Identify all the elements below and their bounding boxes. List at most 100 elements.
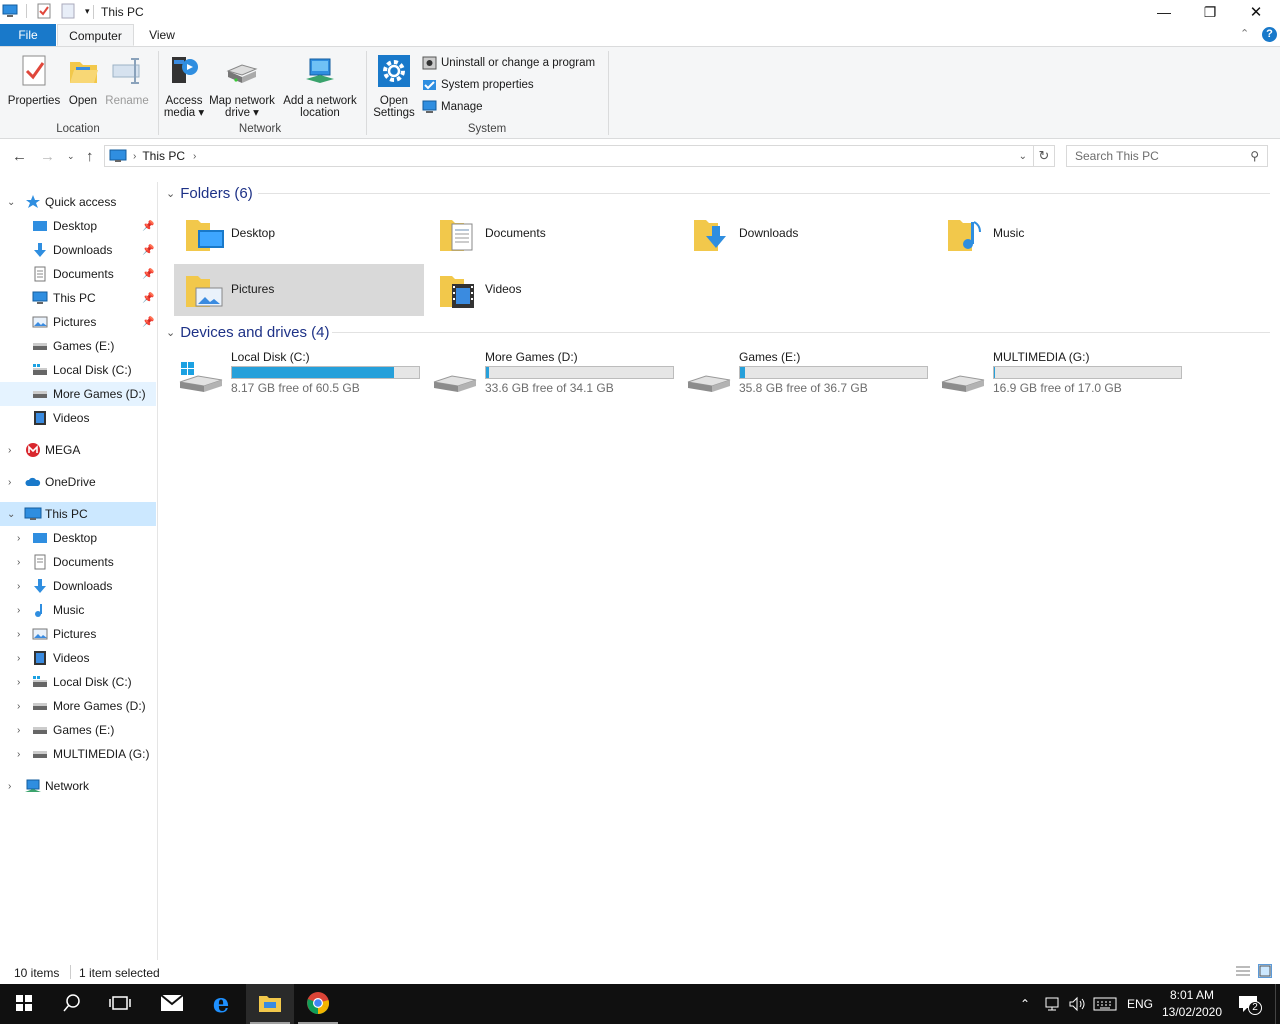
nav-pc-music[interactable]: › Music <box>0 598 156 622</box>
recent-locations-button[interactable]: ⌄ <box>67 151 75 162</box>
nav-quick-access[interactable]: ⌄ Quick access <box>0 190 156 214</box>
manage-button[interactable]: Manage <box>422 99 483 115</box>
drive-local-disk-c[interactable]: Local Disk (C:) 8.17 GB free of 60.5 GB <box>174 350 424 402</box>
folder-downloads[interactable]: Downloads <box>682 208 932 260</box>
search-input[interactable]: Search This PC ⚲ <box>1066 145 1268 167</box>
nav-mega[interactable]: › MEGA <box>0 438 156 462</box>
customize-qat-icon[interactable]: ▾ <box>85 6 90 17</box>
taskbar-mail[interactable] <box>148 984 196 1024</box>
address-dropdown-icon[interactable]: ⌄ <box>1019 151 1027 162</box>
this-pc-icon[interactable] <box>2 4 18 18</box>
chevron-right-icon[interactable]: › <box>17 581 20 592</box>
nav-quick-videos[interactable]: Videos <box>0 406 156 430</box>
close-button[interactable]: ✕ <box>1233 0 1279 24</box>
show-hidden-icons-button[interactable]: ⌃ <box>1020 984 1030 1024</box>
forward-button[interactable]: → <box>40 148 55 165</box>
nav-quick-more-games-d[interactable]: More Games (D:) <box>0 382 156 406</box>
start-button[interactable] <box>0 984 48 1024</box>
drive-more-games-d[interactable]: More Games (D:) 33.6 GB free of 34.1 GB <box>428 350 678 402</box>
chevron-right-icon[interactable]: › <box>8 477 11 488</box>
language-indicator[interactable]: ENG <box>1127 984 1153 1024</box>
nav-pc-multimedia-g[interactable]: › MULTIMEDIA (G:) <box>0 742 156 766</box>
nav-quick-downloads[interactable]: Downloads 📌 <box>0 238 156 262</box>
open-button[interactable]: Open <box>64 53 102 107</box>
chevron-right-icon[interactable]: › <box>17 653 20 664</box>
volume-tray-icon[interactable] <box>1068 984 1086 1024</box>
nav-pc-downloads[interactable]: › Downloads <box>0 574 156 598</box>
action-center-button[interactable]: 2 <box>1238 984 1262 1024</box>
nav-this-pc[interactable]: ⌄ This PC <box>0 502 156 526</box>
folder-pictures[interactable]: Pictures <box>174 264 424 316</box>
taskbar-edge[interactable]: e <box>197 984 245 1024</box>
taskbar-search-button[interactable] <box>48 984 96 1024</box>
breadcrumb-separator-icon[interactable]: › <box>133 151 136 162</box>
nav-pc-pictures[interactable]: › Pictures <box>0 622 156 646</box>
nav-pc-games-e[interactable]: › Games (E:) <box>0 718 156 742</box>
nav-pc-documents[interactable]: › Documents <box>0 550 156 574</box>
folder-videos[interactable]: Videos <box>428 264 678 316</box>
nav-quick-games-e[interactable]: Games (E:) <box>0 334 156 358</box>
properties-button[interactable]: Properties <box>6 53 62 107</box>
chevron-down-icon[interactable]: ⌄ <box>7 197 15 208</box>
nav-quick-documents[interactable]: Documents 📌 <box>0 262 156 286</box>
map-network-drive-button[interactable]: Map network drive ▾ <box>206 53 278 119</box>
nav-quick-this-pc[interactable]: This PC 📌 <box>0 286 156 310</box>
nav-network[interactable]: › Network <box>0 774 156 798</box>
clock[interactable]: 8:01 AM 13/02/2020 <box>1160 984 1224 1024</box>
uninstall-program-button[interactable]: Uninstall or change a program <box>422 55 595 71</box>
nav-quick-local-disk-c[interactable]: Local Disk (C:) <box>0 358 156 382</box>
nav-pc-videos[interactable]: › Videos <box>0 646 156 670</box>
breadcrumb-this-pc[interactable]: This PC <box>142 149 185 163</box>
chevron-right-icon[interactable]: › <box>17 725 20 736</box>
help-icon[interactable]: ? <box>1262 27 1277 42</box>
show-desktop-button[interactable] <box>1275 984 1280 1024</box>
refresh-button[interactable]: ↻ <box>1034 145 1055 167</box>
system-properties-button[interactable]: System properties <box>422 77 534 93</box>
back-button[interactable]: ← <box>12 148 27 165</box>
drive-games-e[interactable]: Games (E:) 35.8 GB free of 36.7 GB <box>682 350 932 402</box>
chevron-right-icon[interactable]: › <box>17 605 20 616</box>
folder-documents[interactable]: Documents <box>428 208 678 260</box>
chevron-right-icon[interactable]: › <box>17 749 20 760</box>
chevron-right-icon[interactable]: › <box>17 557 20 568</box>
details-view-icon[interactable] <box>1236 965 1250 977</box>
add-network-location-button[interactable]: Add a network location <box>280 53 360 119</box>
nav-pc-more-games-d[interactable]: › More Games (D:) <box>0 694 156 718</box>
address-box[interactable]: › This PC › ⌄ <box>104 145 1034 167</box>
nav-quick-desktop[interactable]: Desktop 📌 <box>0 214 156 238</box>
nav-pc-desktop[interactable]: › Desktop <box>0 526 156 550</box>
tab-computer[interactable]: Computer <box>57 24 134 46</box>
tab-file[interactable]: File <box>0 24 56 46</box>
maximize-button[interactable]: ❐ <box>1187 0 1233 24</box>
folder-music[interactable]: Music <box>936 208 1186 260</box>
chevron-right-icon[interactable]: › <box>17 701 20 712</box>
open-settings-button[interactable]: Open Settings <box>371 53 417 119</box>
tab-view[interactable]: View <box>141 24 183 46</box>
task-view-button[interactable] <box>96 984 144 1024</box>
large-icons-view-icon[interactable] <box>1258 964 1272 978</box>
chevron-right-icon[interactable]: › <box>8 781 11 792</box>
section-header-devices[interactable]: ⌄ Devices and drives (4) <box>166 322 329 342</box>
nav-quick-pictures[interactable]: Pictures 📌 <box>0 310 156 334</box>
access-media-button[interactable]: Access media ▾ <box>162 53 206 119</box>
taskbar-file-explorer[interactable] <box>246 984 294 1024</box>
nav-pc-local-disk-c[interactable]: › Local Disk (C:) <box>0 670 156 694</box>
chevron-right-icon[interactable]: › <box>8 445 11 456</box>
nav-onedrive[interactable]: › OneDrive <box>0 470 156 494</box>
keyboard-tray-icon[interactable] <box>1093 984 1117 1024</box>
breadcrumb-separator-icon[interactable]: › <box>193 151 196 162</box>
folder-desktop[interactable]: Desktop <box>174 208 424 260</box>
network-tray-icon[interactable] <box>1044 984 1062 1024</box>
section-header-folders[interactable]: ⌄ Folders (6) <box>166 183 253 203</box>
collapse-ribbon-icon[interactable]: ⌃ <box>1240 27 1249 40</box>
minimize-button[interactable]: — <box>1141 0 1187 24</box>
drive-multimedia-g[interactable]: MULTIMEDIA (G:) 16.9 GB free of 17.0 GB <box>936 350 1186 402</box>
chevron-right-icon[interactable]: › <box>17 677 20 688</box>
taskbar-chrome[interactable] <box>294 984 342 1024</box>
chevron-right-icon[interactable]: › <box>17 629 20 640</box>
chevron-right-icon[interactable]: › <box>17 533 20 544</box>
properties-qat-icon[interactable] <box>37 3 51 19</box>
rename-button[interactable]: Rename <box>104 53 150 107</box>
up-button[interactable]: ↑ <box>86 148 94 165</box>
chevron-down-icon[interactable]: ⌄ <box>7 509 15 520</box>
